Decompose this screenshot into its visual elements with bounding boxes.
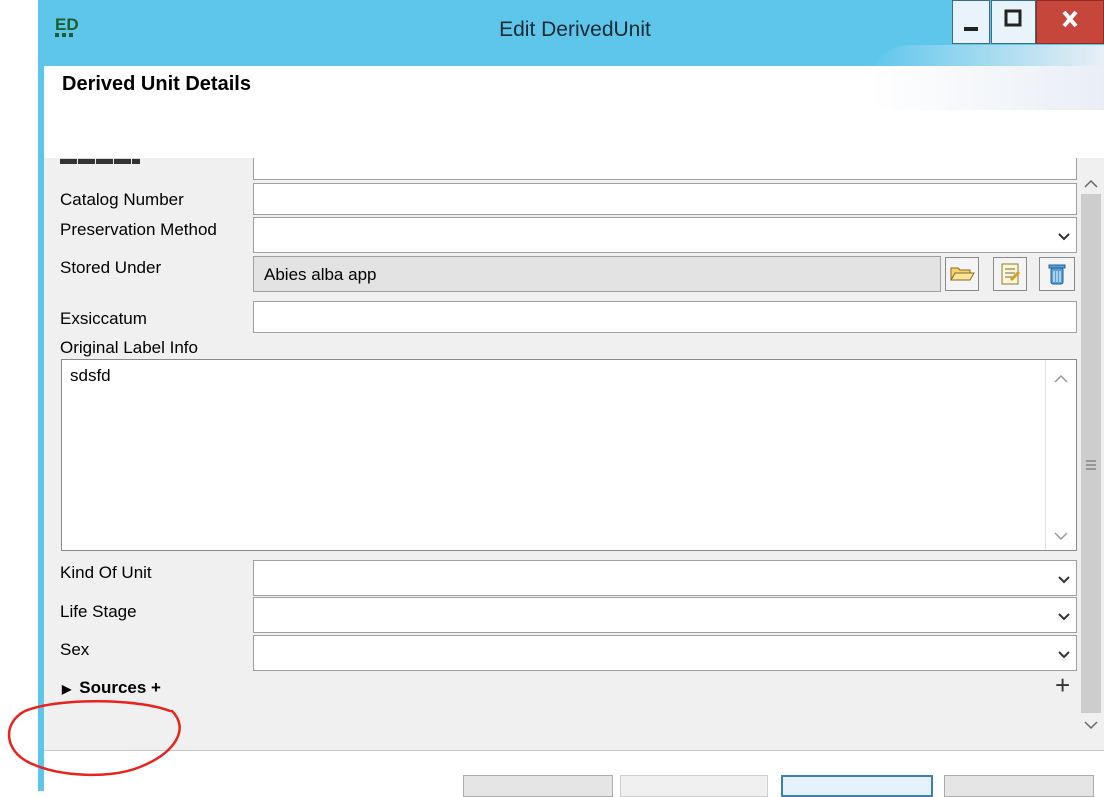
chevron-down-icon (1058, 651, 1070, 659)
textarea-scrollbar[interactable] (1045, 360, 1076, 550)
chevron-down-icon (1058, 576, 1070, 584)
catalog-number-label: Catalog Number (60, 190, 184, 209)
minimize-icon (964, 27, 978, 31)
edit-note-icon (1001, 263, 1021, 285)
sex-label: Sex (60, 640, 90, 659)
preservation-method-label: Preservation Method (60, 220, 217, 239)
sex-combo[interactable] (253, 635, 1077, 671)
chevron-down-icon (1058, 613, 1070, 621)
minimize-button[interactable] (952, 0, 990, 44)
cancel-button[interactable] (944, 775, 1094, 797)
folder-open-icon (950, 267, 975, 281)
scroll-up-icon[interactable] (1054, 374, 1068, 383)
kind-of-unit-label: Kind Of Unit (60, 563, 152, 582)
original-label-info-text: sdsfd (70, 366, 111, 385)
stored-under-label: Stored Under (60, 258, 162, 277)
trash-icon (1048, 264, 1066, 285)
next-button[interactable] (620, 775, 768, 797)
scroll-down-icon[interactable] (1084, 721, 1098, 730)
browse-button[interactable] (945, 257, 979, 291)
stored-under-field[interactable]: Abies alba app (253, 256, 941, 292)
original-label-info-label: Original Label Info (60, 338, 198, 357)
life-stage-label: Life Stage (60, 602, 137, 621)
exsiccatum-label: Exsiccatum (60, 309, 147, 328)
exsiccatum-field[interactable] (253, 301, 1077, 333)
maximize-icon (1004, 9, 1022, 27)
scroll-down-icon[interactable] (1054, 532, 1068, 541)
kind-of-unit-combo[interactable] (253, 560, 1077, 596)
back-button[interactable] (463, 775, 613, 797)
edit-button[interactable] (993, 257, 1027, 291)
original-label-info-textarea[interactable] (61, 359, 1077, 551)
barcode-field[interactable] (253, 158, 1077, 180)
delete-button[interactable] (1039, 257, 1075, 291)
red-circle-annotation (7, 700, 181, 777)
header-decoration (870, 45, 1104, 110)
expand-triangle-icon: ▶ (62, 682, 72, 696)
grip-icon (1086, 460, 1096, 470)
close-button[interactable] (1036, 0, 1104, 44)
add-source-icon[interactable]: + (1055, 670, 1070, 701)
page-title: Derived Unit Details (62, 73, 251, 95)
preservation-method-combo[interactable] (253, 217, 1077, 253)
maximize-button[interactable] (991, 0, 1036, 44)
window-title: Edit DerivedUnit (499, 18, 651, 41)
ed-app-icon[interactable]: ED (52, 10, 82, 44)
finish-button[interactable] (781, 775, 933, 797)
chevron-down-icon (1058, 233, 1070, 241)
scroll-up-icon[interactable] (1084, 179, 1098, 188)
life-stage-combo[interactable] (253, 597, 1077, 633)
close-icon (1062, 10, 1078, 28)
svg-text:ED: ED (55, 15, 79, 34)
barcode-label-clipped: ▬▬▬▬▬▬ (60, 158, 140, 168)
scrollbar-arrows (1084, 179, 1098, 730)
catalog-number-field[interactable] (253, 183, 1077, 215)
